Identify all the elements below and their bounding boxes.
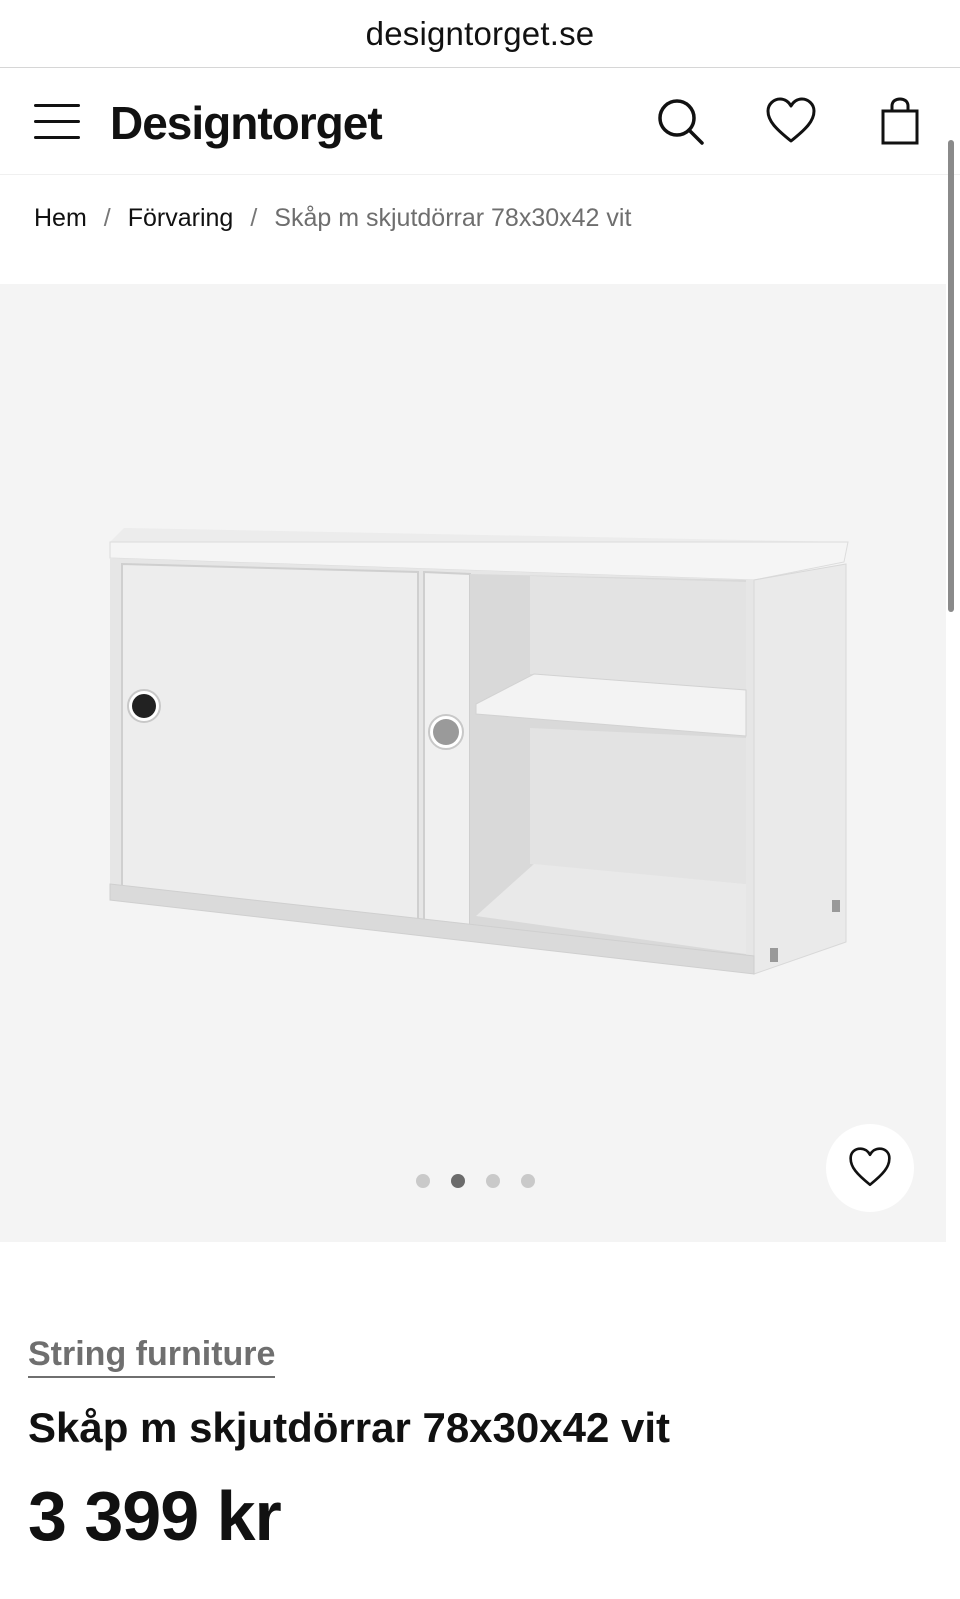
breadcrumb-forvaring[interactable]: Förvaring (128, 204, 234, 233)
heart-icon (849, 1147, 891, 1187)
product-price: 3 399 kr (28, 1477, 282, 1555)
site-header: Designtorget (0, 69, 960, 175)
heart-icon[interactable] (766, 97, 816, 147)
breadcrumb: Hem / Förvaring / Skåp m skjutdörrar 78x… (34, 200, 631, 236)
breadcrumb-home[interactable]: Hem (34, 204, 87, 233)
search-icon[interactable] (656, 97, 706, 147)
breadcrumb-separator: / (103, 203, 111, 232)
carousel-dot[interactable] (521, 1174, 535, 1188)
product-image (109, 528, 849, 975)
carousel-dots (416, 1174, 535, 1188)
breadcrumb-separator: / (250, 203, 258, 232)
url-text: designtorget.se (365, 14, 595, 52)
shopping-bag-icon[interactable] (878, 97, 928, 147)
site-logo[interactable]: Designtorget (110, 96, 383, 150)
browser-url-bar[interactable]: designtorget.se (0, 0, 960, 68)
product-title: Skåp m skjutdörrar 78x30x42 vit (28, 1404, 671, 1451)
favorite-button[interactable] (826, 1124, 914, 1212)
carousel-dot[interactable] (416, 1174, 430, 1188)
product-gallery[interactable] (0, 284, 946, 1242)
carousel-dot-active[interactable] (451, 1174, 465, 1188)
carousel-dot[interactable] (486, 1174, 500, 1188)
menu-icon[interactable] (34, 104, 80, 140)
breadcrumb-current: Skåp m skjutdörrar 78x30x42 vit (274, 203, 632, 232)
brand-link[interactable]: String furniture (28, 1335, 276, 1378)
page-scrollbar[interactable] (948, 140, 954, 612)
